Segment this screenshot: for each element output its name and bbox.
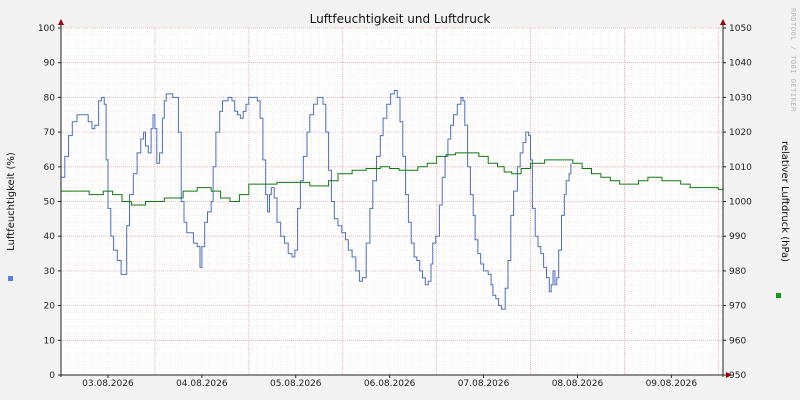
y2-tick-label: 1040	[729, 59, 752, 69]
y2-tick-label: 960	[729, 336, 746, 346]
y-tick-label: 80	[44, 93, 56, 103]
chart-root: RRDTOOL / TOBI OETIKER Luftfeuchtigkeit …	[0, 0, 800, 400]
y-tick-label: 20	[44, 302, 56, 312]
humidity-legend-marker	[8, 276, 13, 281]
x-tick-label: 05.08.2026	[270, 379, 322, 389]
x-tick-label: 04.08.2026	[176, 379, 228, 389]
y-tick-label: 60	[44, 163, 56, 173]
y-tick-label: 30	[44, 267, 56, 277]
chart-canvas: RRDTOOL / TOBI OETIKER Luftfeuchtigkeit …	[6, 8, 797, 389]
x-tick-label: 09.08.2026	[646, 379, 698, 389]
x-tick-label: 06.08.2026	[364, 379, 416, 389]
y-tick-label: 50	[44, 198, 56, 208]
y2-tick-label: 970	[729, 302, 746, 312]
y2-tick-label: 980	[729, 267, 746, 277]
chart-title: Luftfeuchtigkeit und Luftdruck	[310, 12, 491, 26]
y2-tick-label: 1050	[729, 24, 752, 34]
y-tick-label: 40	[44, 232, 56, 242]
x-tick-label: 07.08.2026	[458, 379, 510, 389]
y-tick-label: 0	[49, 371, 55, 381]
y-tick-label: 90	[44, 59, 56, 69]
y2-tick-label: 1000	[729, 198, 752, 208]
y-tick-label: 70	[44, 128, 56, 138]
y2-tick-label: 1030	[729, 93, 752, 103]
y-tick-label: 10	[44, 336, 56, 346]
x-tick-label: 03.08.2026	[82, 379, 134, 389]
pressure-legend-marker	[776, 293, 781, 298]
y2-tick-label: 1020	[729, 128, 752, 138]
x-tick-label: 08.08.2026	[552, 379, 604, 389]
y2-tick-label: 1010	[729, 163, 752, 173]
y2-tick-label: 950	[729, 371, 746, 381]
y-axis-arrow	[58, 19, 64, 25]
y-tick-label: 100	[38, 24, 55, 34]
y-axis-label: Luftfeuchtigkeit (%)	[6, 152, 17, 251]
y2-axis-arrow	[720, 19, 726, 25]
watermark: RRDTOOL / TOBI OETIKER	[789, 8, 797, 112]
y2-axis-label: relativer Luftdruck (hPa)	[779, 141, 790, 262]
y2-tick-label: 990	[729, 232, 746, 242]
